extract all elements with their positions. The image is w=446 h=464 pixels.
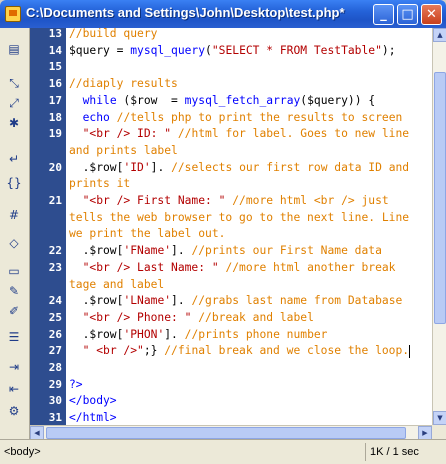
collapse-icon[interactable]: ⤡ [5,74,23,92]
line-number: 14 [48,43,62,57]
close-button[interactable]: ✕ [421,4,442,25]
code-line[interactable]: and prints label [69,143,178,159]
status-bar: <body> 1K / 1 sec [0,439,446,464]
line-number: 18 [48,110,62,124]
code-line[interactable]: </html> [69,410,117,425]
app-icon [5,6,21,22]
tag-icon[interactable]: # [5,206,23,224]
line-number: 27 [48,344,62,358]
code-line[interactable]: echo //tells php to print the results to… [69,110,403,126]
line-number: 20 [48,160,62,174]
line-number: 19 [48,127,62,141]
scroll-left-button[interactable]: ◀ [30,426,44,440]
status-divider [365,443,366,461]
line-number: 21 [48,194,62,207]
code-line[interactable]: while ($row = mysql_fetch_array($query))… [69,93,376,109]
code-line[interactable]: " <br />";} //final break and we close t… [69,343,411,359]
minimize-button[interactable]: _ [373,4,394,25]
code-line[interactable]: ?> [69,377,83,393]
comment-remove-icon[interactable]: ✎ [5,282,23,300]
code-line[interactable]: "<br /> First Name: " //more html <br />… [69,193,389,209]
expand-icon[interactable]: ⤢ [5,94,23,112]
line-number: 23 [48,260,62,274]
line-number: 17 [48,93,62,107]
line-number-gutter: 13 14 15 16 17 18 19 20 21 22 23 24 25 26 27 28 29 30 31 [30,28,66,425]
code-line[interactable]: tells the web browser to go to the next … [69,210,409,226]
horizontal-scroll-thumb[interactable] [46,427,406,439]
settings-icon[interactable]: ⚙ [5,402,23,420]
indent-icon[interactable]: {} [5,174,23,192]
line-number: 25 [48,310,62,324]
code-line[interactable]: .$row['LName']. //grabs last name from D… [69,293,403,309]
scrollbar-corner [432,425,446,439]
vertical-scroll-thumb[interactable] [434,72,446,324]
code-line[interactable]: "<br /> ID: " //html for label. Goes to … [69,126,409,142]
snippet-icon[interactable]: ◇ [5,234,23,252]
title-bar[interactable]: C:\Documents and Settings\John\Desktop\t… [0,0,446,28]
code-line[interactable]: .$row['FName']. //prints our First Name … [69,243,382,259]
line-number: 15 [48,60,62,74]
code-line[interactable]: "<br /> Last Name: " //more html another… [69,260,396,276]
indent-increase-icon[interactable]: ⇥ [5,358,23,376]
line-number: 24 [48,294,62,308]
line-number: 13 [48,28,62,40]
code-line[interactable]: //build query [69,28,157,42]
horizontal-scrollbar[interactable]: ◀ ▶ [30,425,432,440]
code-line[interactable]: prints it [69,176,130,192]
code-line[interactable]: $query = mysql_query("SELECT * FROM Test… [69,43,396,59]
scroll-down-button[interactable]: ▼ [433,411,446,425]
tag-selector[interactable]: <body> [4,446,41,458]
checklist-icon[interactable]: ☰ [5,328,23,346]
line-number: 26 [48,327,62,341]
code-line[interactable]: //diaply results [69,76,178,92]
indent-decrease-icon[interactable]: ⇤ [5,380,23,398]
scroll-up-button[interactable]: ▲ [433,28,446,42]
line-number: 31 [48,411,62,425]
code-line[interactable]: tage and label [69,277,164,293]
select-icon[interactable]: ✱ [5,114,23,132]
comment-icon[interactable]: ▭ [5,262,23,280]
coding-toolbar: ▤ ⤡ ⤢ ✱ ↵ {} # ◇ ▭ ✎ ✐ ☰ ⇥ ⇤ ⚙ [0,28,30,452]
line-number: 28 [48,361,62,374]
code-line[interactable]: .$row['PHON']. //prints phone number [69,327,328,343]
code-line[interactable]: "<br /> Phone: " //break and label [69,310,314,326]
file-size-download-time: 1K / 1 sec [370,446,419,458]
code-editor[interactable]: //build query $query = mysql_query("SELEC… [66,28,432,425]
file-icon[interactable]: ▤ [5,40,23,58]
wrap-icon[interactable]: ↵ [5,150,23,168]
line-number: 29 [48,377,62,391]
window-title: C:\Documents and Settings\John\Desktop\t… [26,5,345,20]
code-line[interactable]: we print the label out. [69,226,225,242]
maximize-button[interactable]: □ [397,4,418,25]
code-line[interactable]: </body> [69,393,117,409]
code-line[interactable]: .$row['ID']. //selects our first row dat… [69,160,410,176]
scroll-right-button[interactable]: ▶ [418,426,432,440]
format-icon[interactable]: ✐ [5,302,23,320]
vertical-scrollbar[interactable]: ▲ ▼ [432,28,446,425]
line-number: 30 [48,394,62,408]
text-cursor [409,344,411,358]
line-number: 16 [48,77,62,91]
line-number: 22 [48,244,62,258]
